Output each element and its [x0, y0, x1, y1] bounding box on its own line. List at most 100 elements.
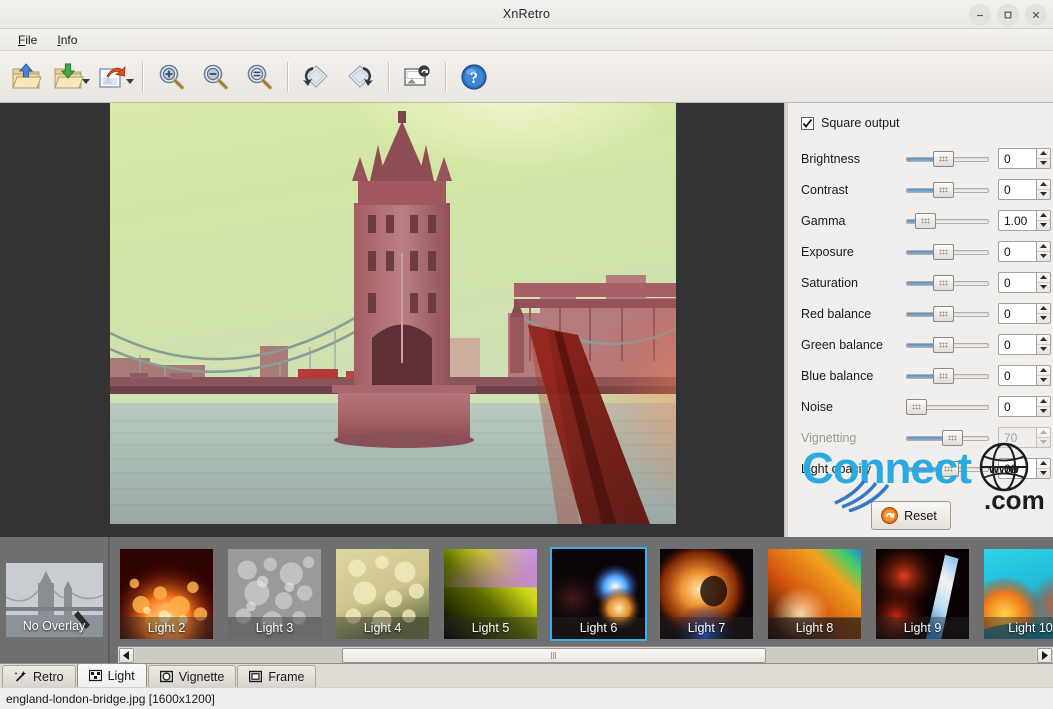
spinbox-value-exposure[interactable]: 0 — [998, 241, 1036, 262]
slider-green-balance[interactable] — [906, 336, 989, 354]
overlay-thumbnail-light-3[interactable]: Light 3 — [226, 547, 323, 641]
menu-info[interactable]: Info — [47, 31, 87, 49]
overlay-horizontal-scrollbar[interactable] — [118, 646, 1053, 663]
spinbox-saturation[interactable]: 0 — [998, 272, 1051, 293]
spinbox-down-brightness[interactable] — [1037, 159, 1050, 169]
slider-brightness[interactable] — [906, 150, 989, 168]
spinbox-brightness[interactable]: 0 — [998, 148, 1051, 169]
spinbox-down-exposure[interactable] — [1037, 252, 1050, 262]
spinbox-down-blue-balance[interactable] — [1037, 376, 1050, 386]
spinbox-up-noise[interactable] — [1037, 397, 1050, 407]
minimize-button[interactable] — [969, 3, 991, 26]
image-canvas[interactable] — [0, 103, 787, 537]
spinbox-value-gamma[interactable]: 1.00 — [998, 210, 1036, 231]
scroll-left-button[interactable] — [119, 647, 134, 663]
slider-vignetting[interactable] — [906, 429, 989, 447]
spinbox-up-exposure[interactable] — [1037, 242, 1050, 252]
save-dropdown-button[interactable] — [80, 55, 92, 99]
scroll-thumb[interactable] — [342, 647, 766, 663]
spinbox-down-contrast[interactable] — [1037, 190, 1050, 200]
spinbox-down-green-balance[interactable] — [1037, 345, 1050, 355]
no-overlay-cell[interactable]: No Overlay — [0, 537, 110, 663]
slider-thumb-noise[interactable] — [906, 398, 927, 415]
overlay-thumbnail-light-4[interactable]: Light 4 — [334, 547, 431, 641]
rotate-left-button[interactable] — [294, 55, 338, 99]
spinbox-value-brightness[interactable]: 0 — [998, 148, 1036, 169]
spinbox-value-vignetting[interactable]: 70 — [998, 427, 1036, 448]
spinbox-up-saturation[interactable] — [1037, 273, 1050, 283]
open-image-button[interactable] — [4, 55, 48, 99]
slider-thumb-exposure[interactable] — [933, 243, 954, 260]
slider-blue-balance[interactable] — [906, 367, 989, 385]
slider-red-balance[interactable] — [906, 305, 989, 323]
spinbox-contrast[interactable]: 0 — [998, 179, 1051, 200]
slider-thumb-green-balance[interactable] — [933, 336, 954, 353]
spinbox-light-opacity[interactable]: 60 — [998, 458, 1051, 479]
no-overlay-thumbnail[interactable]: No Overlay — [5, 563, 103, 637]
scroll-right-button[interactable] — [1037, 647, 1052, 663]
spinbox-vignetting[interactable]: 70 — [998, 427, 1051, 448]
slider-contrast[interactable] — [906, 181, 989, 199]
spinbox-down-noise[interactable] — [1037, 407, 1050, 417]
tab-vignette[interactable]: Vignette — [147, 665, 237, 687]
spinbox-blue-balance[interactable]: 0 — [998, 365, 1051, 386]
share-dropdown-button[interactable] — [124, 55, 136, 99]
slider-noise[interactable] — [906, 398, 989, 416]
tab-frame[interactable]: Frame — [237, 665, 317, 687]
help-button[interactable]: ? — [452, 55, 496, 99]
spinbox-up-blue-balance[interactable] — [1037, 366, 1050, 376]
slider-saturation[interactable] — [906, 274, 989, 292]
slider-light-opacity[interactable] — [906, 460, 989, 478]
slider-exposure[interactable] — [906, 243, 989, 261]
spinbox-value-red-balance[interactable]: 0 — [998, 303, 1036, 324]
slider-thumb-light-opacity[interactable] — [938, 460, 959, 477]
spinbox-up-gamma[interactable] — [1037, 211, 1050, 221]
slider-thumb-brightness[interactable] — [933, 150, 954, 167]
spinbox-up-light-opacity[interactable] — [1037, 459, 1050, 469]
square-output-row[interactable]: Square output — [801, 116, 1045, 130]
overlay-thumbnail-light-6[interactable]: Light 6 — [550, 547, 647, 641]
spinbox-down-red-balance[interactable] — [1037, 314, 1050, 324]
zoom-fit-button[interactable] — [237, 55, 281, 99]
zoom-out-button[interactable] — [193, 55, 237, 99]
overlay-thumbnail-light-9[interactable]: Light 9 — [874, 547, 971, 641]
spinbox-value-light-opacity[interactable]: 60 — [998, 458, 1036, 479]
square-output-checkbox[interactable] — [801, 116, 814, 130]
spinbox-value-green-balance[interactable]: 0 — [998, 334, 1036, 355]
slider-thumb-red-balance[interactable] — [933, 305, 954, 322]
overlay-thumbnail-light-10[interactable]: Light 10 — [982, 547, 1053, 641]
slider-thumb-blue-balance[interactable] — [933, 367, 954, 384]
spinbox-value-blue-balance[interactable]: 0 — [998, 365, 1036, 386]
slider-gamma[interactable] — [906, 212, 989, 230]
spinbox-down-saturation[interactable] — [1037, 283, 1050, 293]
slider-thumb-gamma[interactable] — [915, 212, 936, 229]
slider-thumb-contrast[interactable] — [933, 181, 954, 198]
spinbox-up-red-balance[interactable] — [1037, 304, 1050, 314]
spinbox-down-vignetting[interactable] — [1037, 438, 1050, 448]
spinbox-gamma[interactable]: 1.00 — [998, 210, 1051, 231]
spinbox-green-balance[interactable]: 0 — [998, 334, 1051, 355]
spinbox-value-contrast[interactable]: 0 — [998, 179, 1036, 200]
maximize-button[interactable] — [997, 3, 1019, 26]
tab-retro[interactable]: Retro — [2, 665, 76, 687]
overlay-thumbnail-light-2[interactable]: Light 2 — [118, 547, 215, 641]
slider-thumb-vignetting[interactable] — [942, 429, 963, 446]
spinbox-exposure[interactable]: 0 — [998, 241, 1051, 262]
spinbox-value-saturation[interactable]: 0 — [998, 272, 1036, 293]
reset-button[interactable]: Reset — [871, 501, 951, 530]
spinbox-up-vignetting[interactable] — [1037, 428, 1050, 438]
zoom-in-button[interactable] — [149, 55, 193, 99]
menu-file[interactable]: File — [8, 31, 47, 49]
slider-thumb-saturation[interactable] — [933, 274, 954, 291]
overlay-thumbnail-light-7[interactable]: Light 7 — [658, 547, 755, 641]
overlay-thumbnail-light-8[interactable]: Light 8 — [766, 547, 863, 641]
spinbox-noise[interactable]: 0 — [998, 396, 1051, 417]
scroll-trough[interactable] — [135, 647, 1036, 663]
spinbox-value-noise[interactable]: 0 — [998, 396, 1036, 417]
spinbox-red-balance[interactable]: 0 — [998, 303, 1051, 324]
rotate-right-button[interactable] — [338, 55, 382, 99]
reload-image-button[interactable] — [395, 55, 439, 99]
spinbox-up-brightness[interactable] — [1037, 149, 1050, 159]
overlay-thumbnail-light-5[interactable]: Light 5 — [442, 547, 539, 641]
spinbox-up-green-balance[interactable] — [1037, 335, 1050, 345]
